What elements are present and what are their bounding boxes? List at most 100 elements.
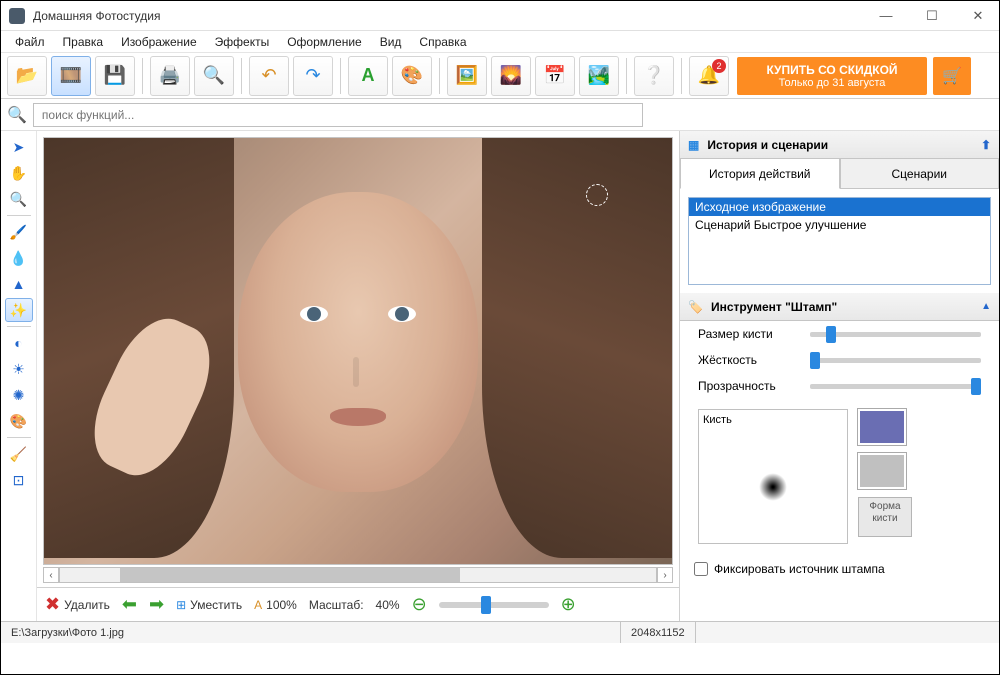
- open-button[interactable]: 📂: [7, 56, 47, 96]
- fix-source-label: Фиксировать источник штампа: [714, 562, 885, 576]
- stamp-tool[interactable]: ✨: [5, 298, 33, 322]
- menu-help[interactable]: Справка: [411, 33, 474, 51]
- prev-button[interactable]: ⬅: [122, 594, 137, 615]
- separator: [439, 58, 440, 94]
- undo-button[interactable]: ↶: [249, 56, 289, 96]
- menu-edit[interactable]: Правка: [55, 33, 112, 51]
- horizontal-scrollbar[interactable]: ‹ ›: [43, 567, 673, 583]
- menu-view[interactable]: Вид: [372, 33, 410, 51]
- scroll-up-icon[interactable]: ▲: [981, 301, 991, 312]
- color-primary[interactable]: [858, 409, 906, 445]
- opacity-label: Прозрачность: [698, 379, 798, 393]
- opacity-slider[interactable]: [810, 384, 981, 389]
- eraser-tool[interactable]: 🧹: [5, 442, 33, 466]
- separator: [681, 58, 682, 94]
- hardness-label: Жёсткость: [698, 353, 798, 367]
- slider-handle[interactable]: [971, 378, 981, 395]
- frame-button[interactable]: 🌄: [491, 56, 531, 96]
- canvas-image[interactable]: [43, 137, 673, 565]
- zoom-slider[interactable]: [439, 602, 549, 608]
- cart-button[interactable]: 🛒: [933, 57, 971, 95]
- zoom100-icon: A: [254, 598, 262, 612]
- menu-design[interactable]: Оформление: [279, 33, 369, 51]
- search-bar: 🔍: [1, 99, 999, 131]
- postcard-button[interactable]: 🏞️: [579, 56, 619, 96]
- help-button[interactable]: ❔: [634, 56, 674, 96]
- menu-effects[interactable]: Эффекты: [207, 33, 278, 51]
- scroll-thumb[interactable]: [120, 568, 460, 582]
- sharpen-tool[interactable]: ▲: [5, 272, 33, 296]
- text-button[interactable]: A: [348, 56, 388, 96]
- history-item[interactable]: Сценарий Быстрое улучшение: [689, 216, 990, 234]
- menu-image[interactable]: Изображение: [113, 33, 205, 51]
- brightness-tool[interactable]: ☀: [5, 357, 33, 381]
- history-tabs: История действий Сценарии: [680, 159, 999, 189]
- right-panel: ▦ История и сценарии ⬆ История действий …: [679, 131, 999, 621]
- close-button[interactable]: ✕: [965, 6, 991, 26]
- contrast-tool[interactable]: ◐: [5, 331, 33, 355]
- history-icon: ▦: [688, 138, 699, 152]
- palette-button[interactable]: 🎨: [392, 56, 432, 96]
- status-dimensions: 2048x1152: [621, 622, 696, 643]
- scroll-left-icon[interactable]: ‹: [43, 567, 59, 583]
- canvas-footer: ✖Удалить ⬅ ➡ ⊞Уместить A100% Масштаб: 40…: [37, 587, 679, 621]
- blur-tool[interactable]: 💧: [5, 246, 33, 270]
- fix-source-checkbox[interactable]: [694, 562, 708, 576]
- zoom-handle[interactable]: [481, 596, 491, 614]
- calendar-button[interactable]: 📅: [535, 56, 575, 96]
- zoom-tool[interactable]: 🔍: [5, 187, 33, 211]
- separator: [7, 437, 31, 438]
- search-input[interactable]: [33, 103, 643, 127]
- hand-tool[interactable]: ✋: [5, 161, 33, 185]
- crop-tool[interactable]: ⊡: [5, 468, 33, 492]
- promo-banner[interactable]: КУПИТЬ СО СКИДКОЙ Только до 31 августа: [737, 57, 927, 95]
- exposure-tool[interactable]: ✺: [5, 383, 33, 407]
- image-button[interactable]: 🖼️: [447, 56, 487, 96]
- color-secondary[interactable]: [858, 453, 906, 489]
- color-tool[interactable]: 🎨: [5, 409, 33, 433]
- menu-file[interactable]: Файл: [7, 33, 53, 51]
- fit-icon: ⊞: [176, 598, 186, 612]
- save-button[interactable]: 💾: [95, 56, 135, 96]
- promo-line2: Только до 31 августа: [779, 77, 886, 89]
- zoom100-button[interactable]: A100%: [254, 598, 297, 612]
- collapse-button[interactable]: ⬆: [981, 138, 991, 152]
- delete-icon: ✖: [45, 594, 60, 615]
- tool-title: Инструмент "Штамп": [711, 300, 837, 314]
- zoom-out-button[interactable]: ⊖: [412, 594, 427, 615]
- separator: [142, 58, 143, 94]
- scale-label: Масштаб:: [309, 598, 364, 612]
- brush-tool[interactable]: 🖌️: [5, 220, 33, 244]
- app-icon: [9, 8, 25, 24]
- fit-button[interactable]: ⊞Уместить: [176, 598, 242, 612]
- tab-scenarios[interactable]: Сценарии: [840, 159, 1000, 189]
- hardness-slider[interactable]: [810, 358, 981, 363]
- maximize-button[interactable]: ☐: [919, 6, 945, 26]
- tab-history[interactable]: История действий: [680, 159, 840, 189]
- delete-button[interactable]: ✖Удалить: [45, 594, 110, 615]
- next-button[interactable]: ➡: [149, 594, 164, 615]
- tool-icon: 🏷️: [688, 300, 703, 314]
- redo-button[interactable]: ↷: [293, 56, 333, 96]
- catalog-button[interactable]: 🎞️: [51, 56, 91, 96]
- slider-handle[interactable]: [826, 326, 836, 343]
- brush-size-slider[interactable]: [810, 332, 981, 337]
- tools-strip: ➤ ✋ 🔍 🖌️ 💧 ▲ ✨ ◐ ☀ ✺ 🎨 🧹 ⊡: [1, 131, 37, 621]
- preview-button[interactable]: 🔍: [194, 56, 234, 96]
- separator: [340, 58, 341, 94]
- notifications-button[interactable]: 🔔: [689, 56, 729, 96]
- brush-shape-button[interactable]: Форма кисти: [858, 497, 912, 537]
- brush-dot-icon: [759, 473, 787, 501]
- canvas-area: ‹ › ✖Удалить ⬅ ➡ ⊞Уместить A100% Масштаб…: [37, 131, 679, 621]
- fix-source-row: Фиксировать источник штампа: [680, 554, 999, 584]
- app-title: Домашняя Фотостудия: [33, 9, 873, 23]
- pointer-tool[interactable]: ➤: [5, 135, 33, 159]
- history-item[interactable]: Исходное изображение: [689, 198, 990, 216]
- zoom-in-button[interactable]: ⊕: [561, 594, 576, 615]
- menubar: Файл Правка Изображение Эффекты Оформлен…: [1, 31, 999, 53]
- status-filepath: E:\Загрузки\Фото 1.jpg: [1, 622, 621, 643]
- slider-handle[interactable]: [810, 352, 820, 369]
- print-button[interactable]: 🖨️: [150, 56, 190, 96]
- scroll-right-icon[interactable]: ›: [657, 567, 673, 583]
- minimize-button[interactable]: —: [873, 6, 899, 26]
